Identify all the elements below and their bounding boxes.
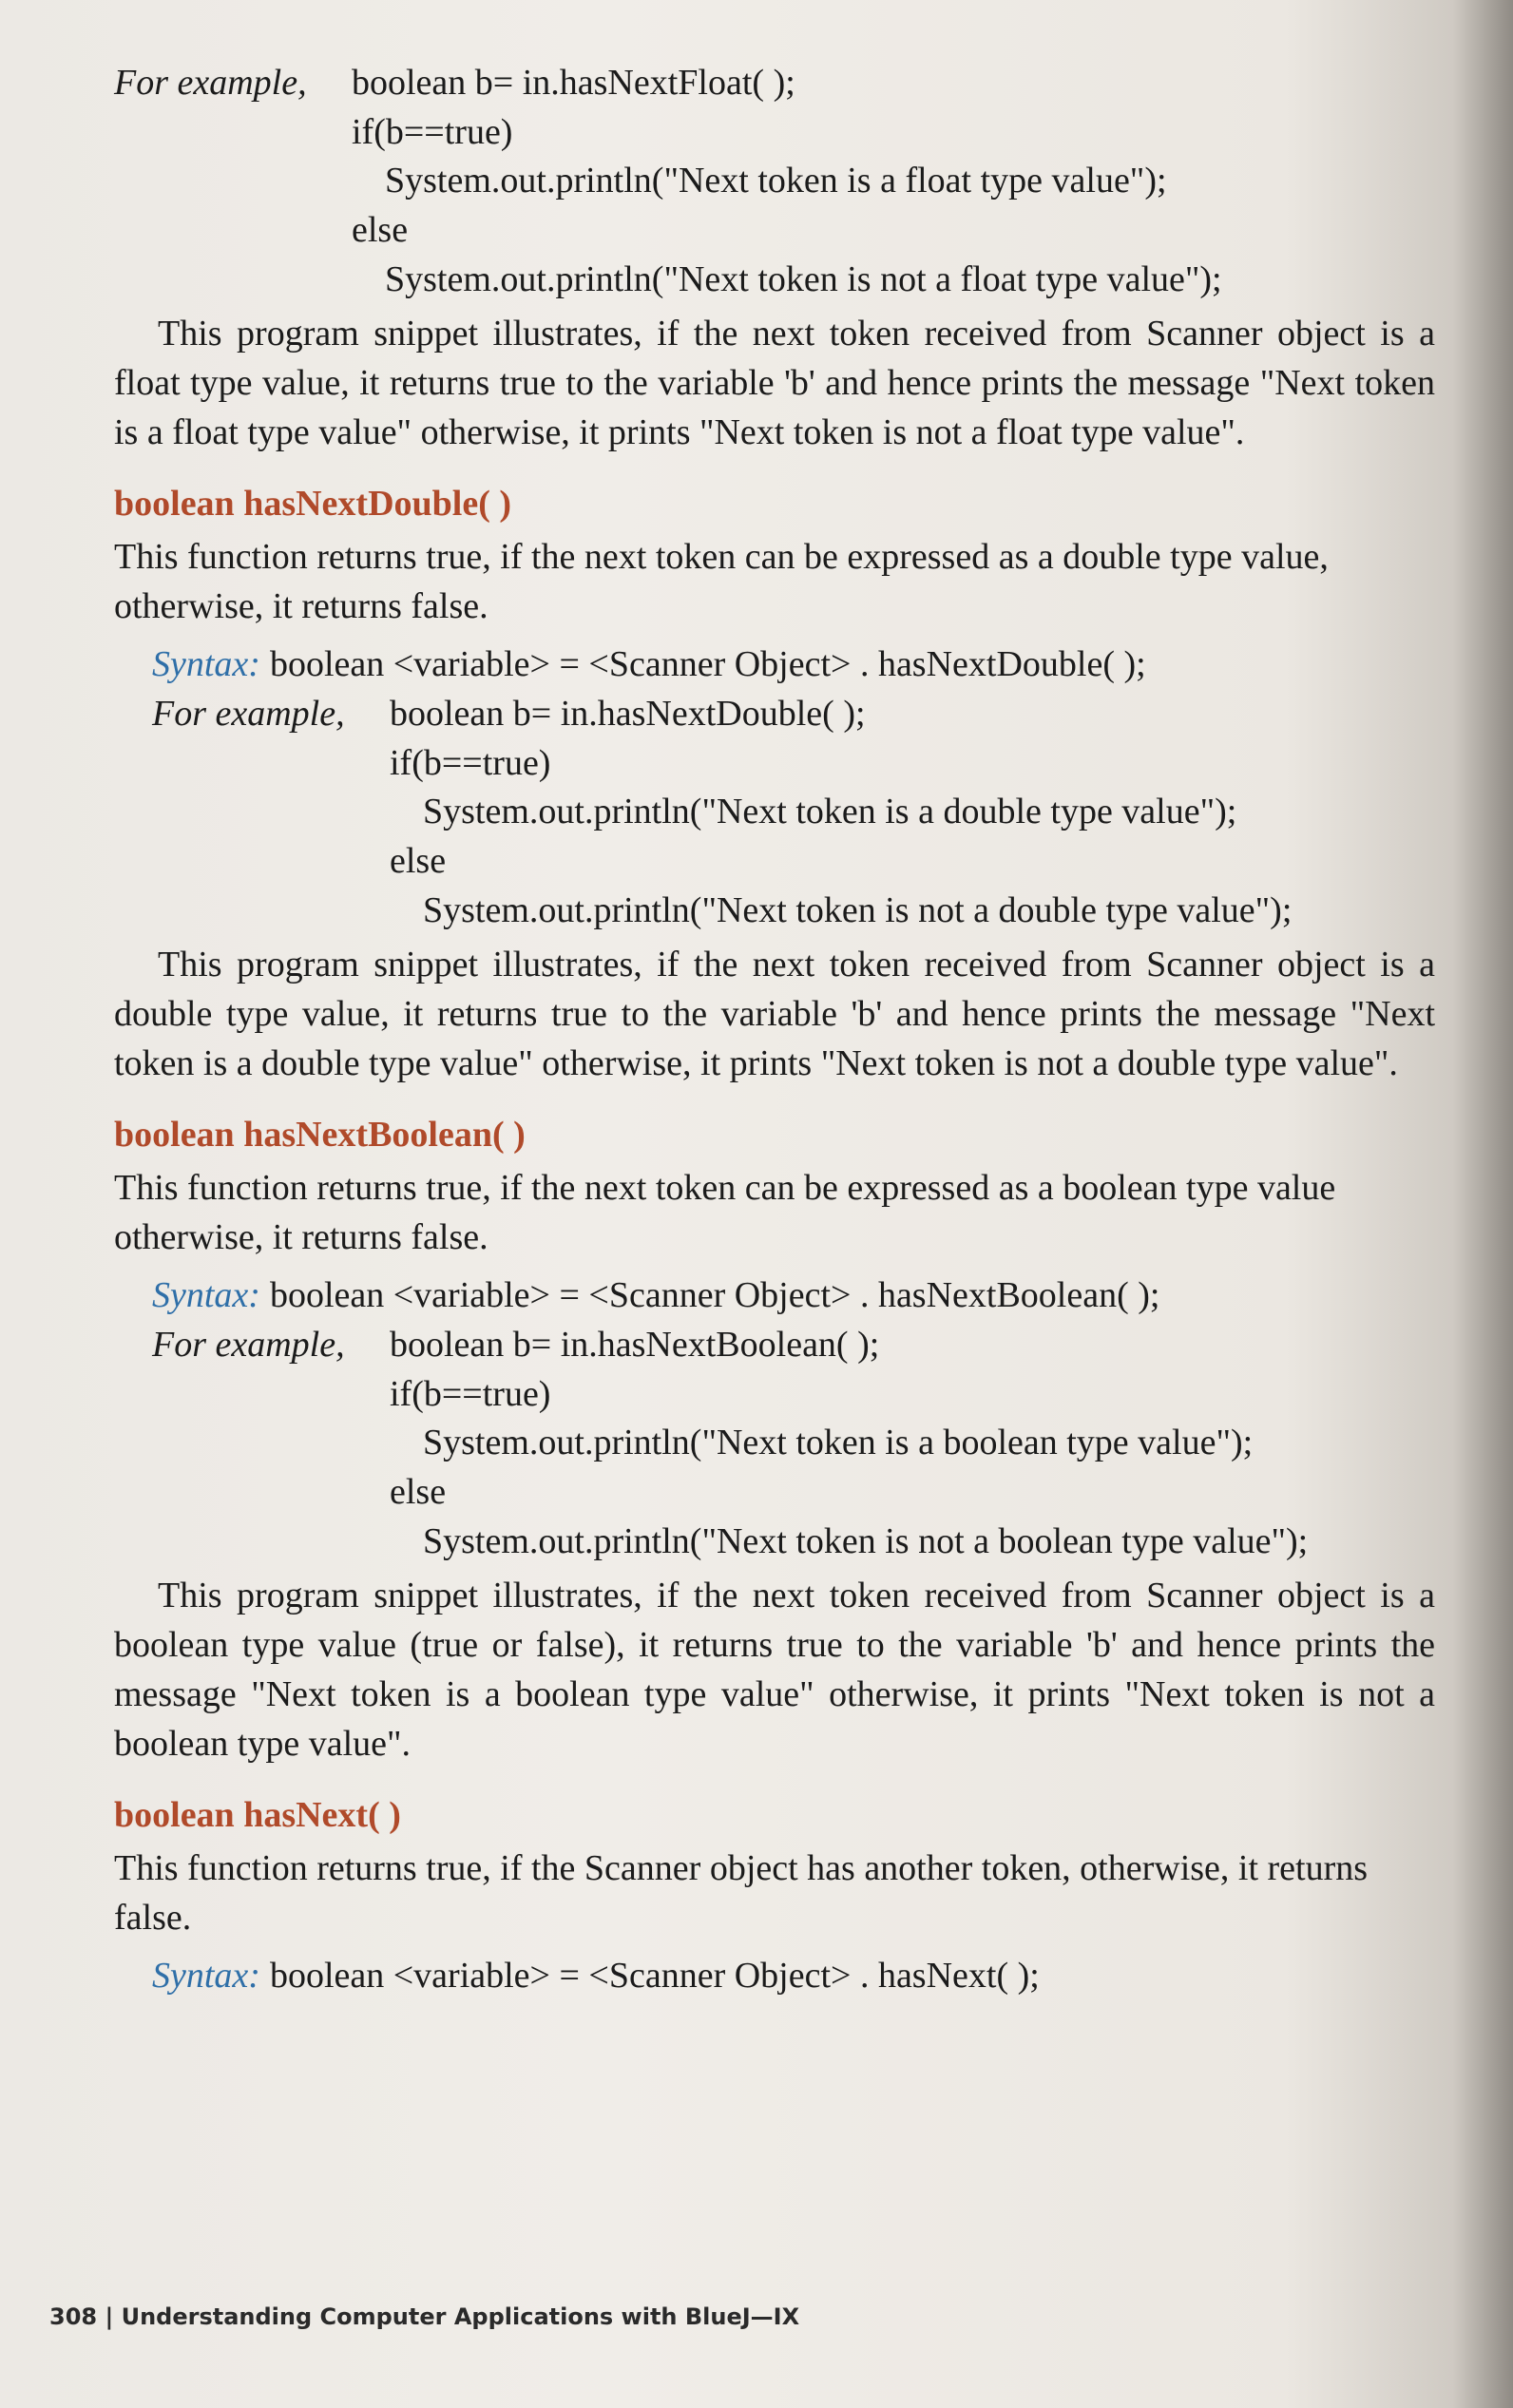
float-example: For example, boolean b= in.hasNextFloat(… — [114, 59, 1454, 304]
syntax-label: Syntax: — [152, 644, 260, 685]
syntax-label: Syntax: — [152, 1956, 260, 1997]
section-description: This function returns true, if the next … — [114, 537, 1329, 626]
code-line: else — [390, 1472, 447, 1513]
syntax-text: boolean <variable> = <Scanner Object> . … — [269, 1275, 1160, 1316]
book-page: For example, boolean b= in.hasNextFloat(… — [0, 0, 1513, 2408]
section-heading: boolean hasNextBoolean( ) — [114, 1115, 526, 1156]
syntax-row: Syntax: boolean <variable> = <Scanner Obj… — [114, 1271, 1454, 1321]
section-description: This function returns true, if the next … — [114, 1168, 1336, 1257]
section-heading: boolean hasNext( ) — [114, 1795, 401, 1836]
code-line: if(b==true) — [390, 742, 551, 783]
page-content: For example, boolean b= in.hasNextFloat(… — [114, 59, 1454, 2001]
code-line: System.out.println("Next token is a floa… — [385, 161, 1167, 201]
code-line: System.out.println("Next token is a bool… — [423, 1423, 1254, 1463]
syntax-row: Syntax: boolean <variable> = <Scanner Obj… — [114, 1952, 1454, 2001]
example-label: For example, — [152, 1325, 345, 1366]
explanation-paragraph: This program snippet illustrates, if the… — [114, 314, 1435, 452]
explanation-paragraph: This program snippet illustrates, if the… — [114, 945, 1435, 1083]
code-line: System.out.println("Next token is a doub… — [423, 792, 1237, 832]
section-description: This function returns true, if the Scann… — [114, 1847, 1369, 1938]
code-line: boolean b= in.hasNextDouble( ); — [390, 694, 866, 735]
syntax-label: Syntax: — [152, 1275, 260, 1316]
code-line: System.out.println("Next token is not a … — [385, 258, 1222, 299]
code-line: boolean b= in.hasNextFloat( ); — [352, 63, 795, 103]
example-label: For example, — [152, 694, 345, 735]
boolean-example: For example, boolean b= in.hasNextBoolea… — [114, 1321, 1454, 1566]
example-row: For example, boolean b= in.hasNextBoolea… — [152, 1321, 1454, 1370]
code-line: else — [390, 841, 447, 882]
code-line: if(b==true) — [390, 1373, 551, 1414]
double-example: For example, boolean b= in.hasNextDouble… — [114, 690, 1454, 935]
syntax-text: boolean <variable> = <Scanner Object> . … — [269, 1956, 1040, 1997]
example-label: For example, — [114, 63, 307, 103]
example-row: For example, boolean b= in.hasNextDouble… — [152, 690, 1454, 739]
code-line: if(b==true) — [352, 111, 513, 152]
syntax-text: boolean <variable> = <Scanner Object> . … — [269, 644, 1146, 685]
syntax-row: Syntax: boolean <variable> = <Scanner Obj… — [114, 640, 1454, 690]
code-line: System.out.println("Next token is not a … — [423, 1520, 1309, 1561]
code-line: boolean b= in.hasNextBoolean( ); — [390, 1325, 880, 1366]
page-footer: 308 | Understanding Computer Application… — [49, 2303, 800, 2330]
code-line: System.out.println("Next token is not a … — [423, 889, 1293, 930]
section-heading: boolean hasNextDouble( ) — [114, 484, 512, 525]
example-row: For example, boolean b= in.hasNextFloat(… — [114, 59, 1454, 108]
code-line: else — [352, 210, 409, 251]
explanation-paragraph: This program snippet illustrates, if the… — [114, 1576, 1435, 1764]
